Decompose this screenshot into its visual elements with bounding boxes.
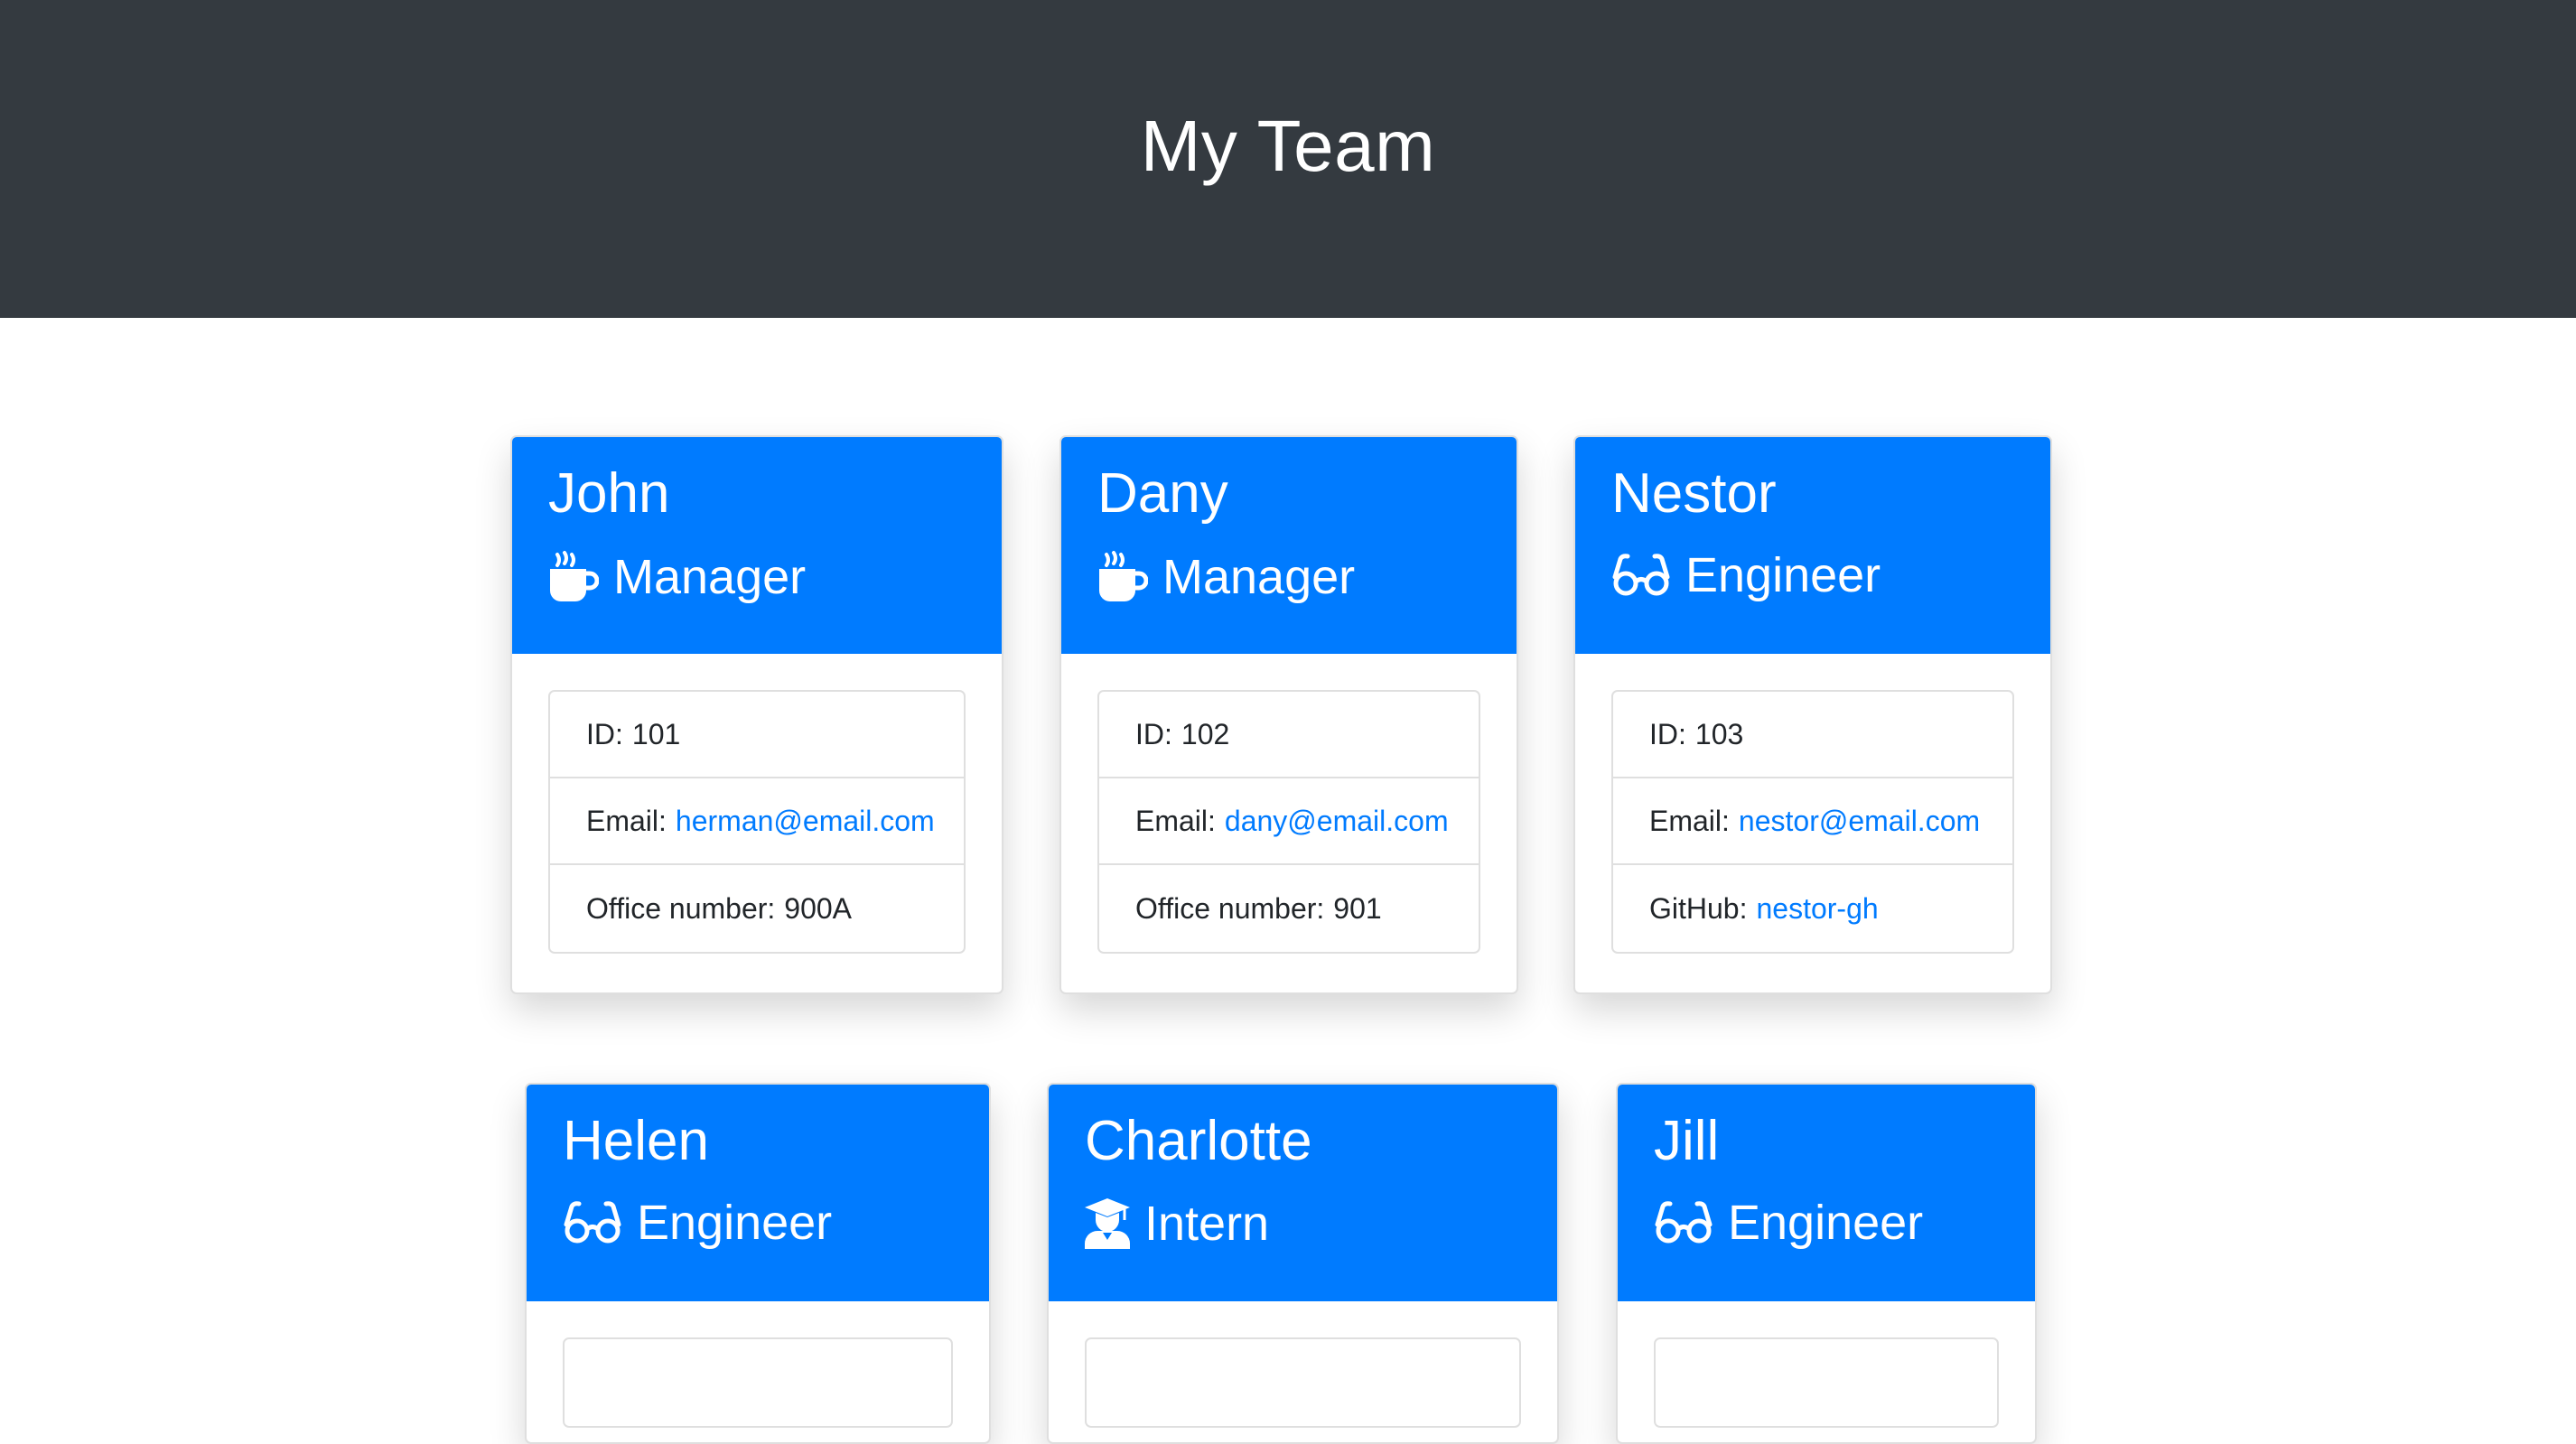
role-label: Engineer [1685,548,1881,602]
graduate-icon [1085,1198,1130,1249]
glasses-icon [1654,1201,1713,1244]
employee-id: 102 [1181,717,1230,750]
employee-name: Jill [1654,1110,1720,1172]
list-item-id: ID: 103 [1613,692,2012,778]
card-header: Dany Manager [1061,437,1517,654]
employee-role: Engineer [1654,1198,1999,1247]
employee-role: Engineer [563,1198,953,1247]
list-item-id: ID: 102 [1099,692,1479,778]
employee-card: Jill Engineer [1616,1083,2037,1444]
role-label: Engineer [637,1196,833,1250]
employee-name: Dany [1097,462,1228,525]
employee-card: John Manager ID: 101 Email: herman@email… [510,435,1003,994]
role-label: Engineer [1728,1196,1924,1250]
employee-card: Dany Manager ID: 102 Email: dany@email.c… [1059,435,1518,994]
list-item-github: GitHub: nestor-gh [1649,891,1879,926]
employee-role: Manager [548,551,966,603]
employee-name: Charlotte [1085,1110,1312,1172]
glasses-icon [563,1201,622,1244]
card-body [1618,1301,2035,1442]
list-item-id [1087,1339,1519,1426]
mug-icon [1097,551,1148,603]
github-link[interactable]: nestor-gh [1756,892,1878,926]
details-list: ID: 102 Email: dany@email.com Office num… [1097,690,1480,954]
role-label: Intern [1144,1197,1270,1251]
card-header: Helen Engineer [527,1085,989,1301]
details-list: ID: 103 Email: nestor@email.com GitHub: … [1611,690,2014,954]
employee-card: Nestor Engineer ID: 103 Email: nestor@em… [1573,435,2052,994]
role-label: Manager [613,550,807,604]
employee-name: John [548,462,670,525]
card-body: ID: 102 Email: dany@email.com Office num… [1061,654,1517,990]
card-header: Nestor Engineer [1575,437,2050,654]
email-link[interactable]: nestor@email.com [1739,805,1980,838]
details-list: ID: 101 Email: herman@email.com Office n… [548,690,966,954]
card-body [527,1301,989,1442]
card-body: ID: 101 Email: herman@email.com Office n… [512,654,1002,990]
list-item-id [1656,1339,1997,1426]
card-header: Charlotte Intern [1049,1085,1557,1301]
list-item-email: Email: dany@email.com [1099,778,1479,865]
card-header: John Manager [512,437,1002,654]
email-link[interactable]: dany@email.com [1225,805,1449,838]
employee-card: Helen Engineer [525,1083,991,1444]
mug-icon [548,551,599,603]
list-item-office: Office number: 900A [586,891,853,925]
employee-id: 101 [631,717,681,750]
list-item-email: Email: nestor@email.com [1613,778,2012,865]
details-list [563,1337,953,1428]
employee-role: Engineer [1611,551,2014,600]
glasses-icon [1611,554,1671,597]
office-number: 901 [1333,891,1382,925]
employee-card: Charlotte Intern [1047,1083,1559,1444]
list-item-id [565,1339,951,1426]
page-title: My Team [1140,106,1436,186]
page-header: My Team [0,0,2576,318]
list-item-id: ID: 101 [550,692,964,778]
details-list [1654,1337,1999,1428]
card-body: ID: 103 Email: nestor@email.com GitHub: … [1575,654,2050,990]
employee-name: Helen [563,1110,709,1172]
list-item-email: Email: herman@email.com [550,778,964,865]
details-list [1085,1337,1521,1428]
list-item-office: Office number: 901 [1135,891,1382,925]
role-label: Manager [1162,550,1356,604]
card-body [1049,1301,1557,1442]
card-header: Jill Engineer [1618,1085,2035,1301]
email-link[interactable]: herman@email.com [676,805,935,838]
employee-id: 103 [1694,717,1744,750]
employee-name: Nestor [1611,462,1777,525]
office-number: 900A [784,891,853,925]
employee-role: Manager [1097,551,1480,603]
employee-role: Intern [1085,1198,1521,1249]
